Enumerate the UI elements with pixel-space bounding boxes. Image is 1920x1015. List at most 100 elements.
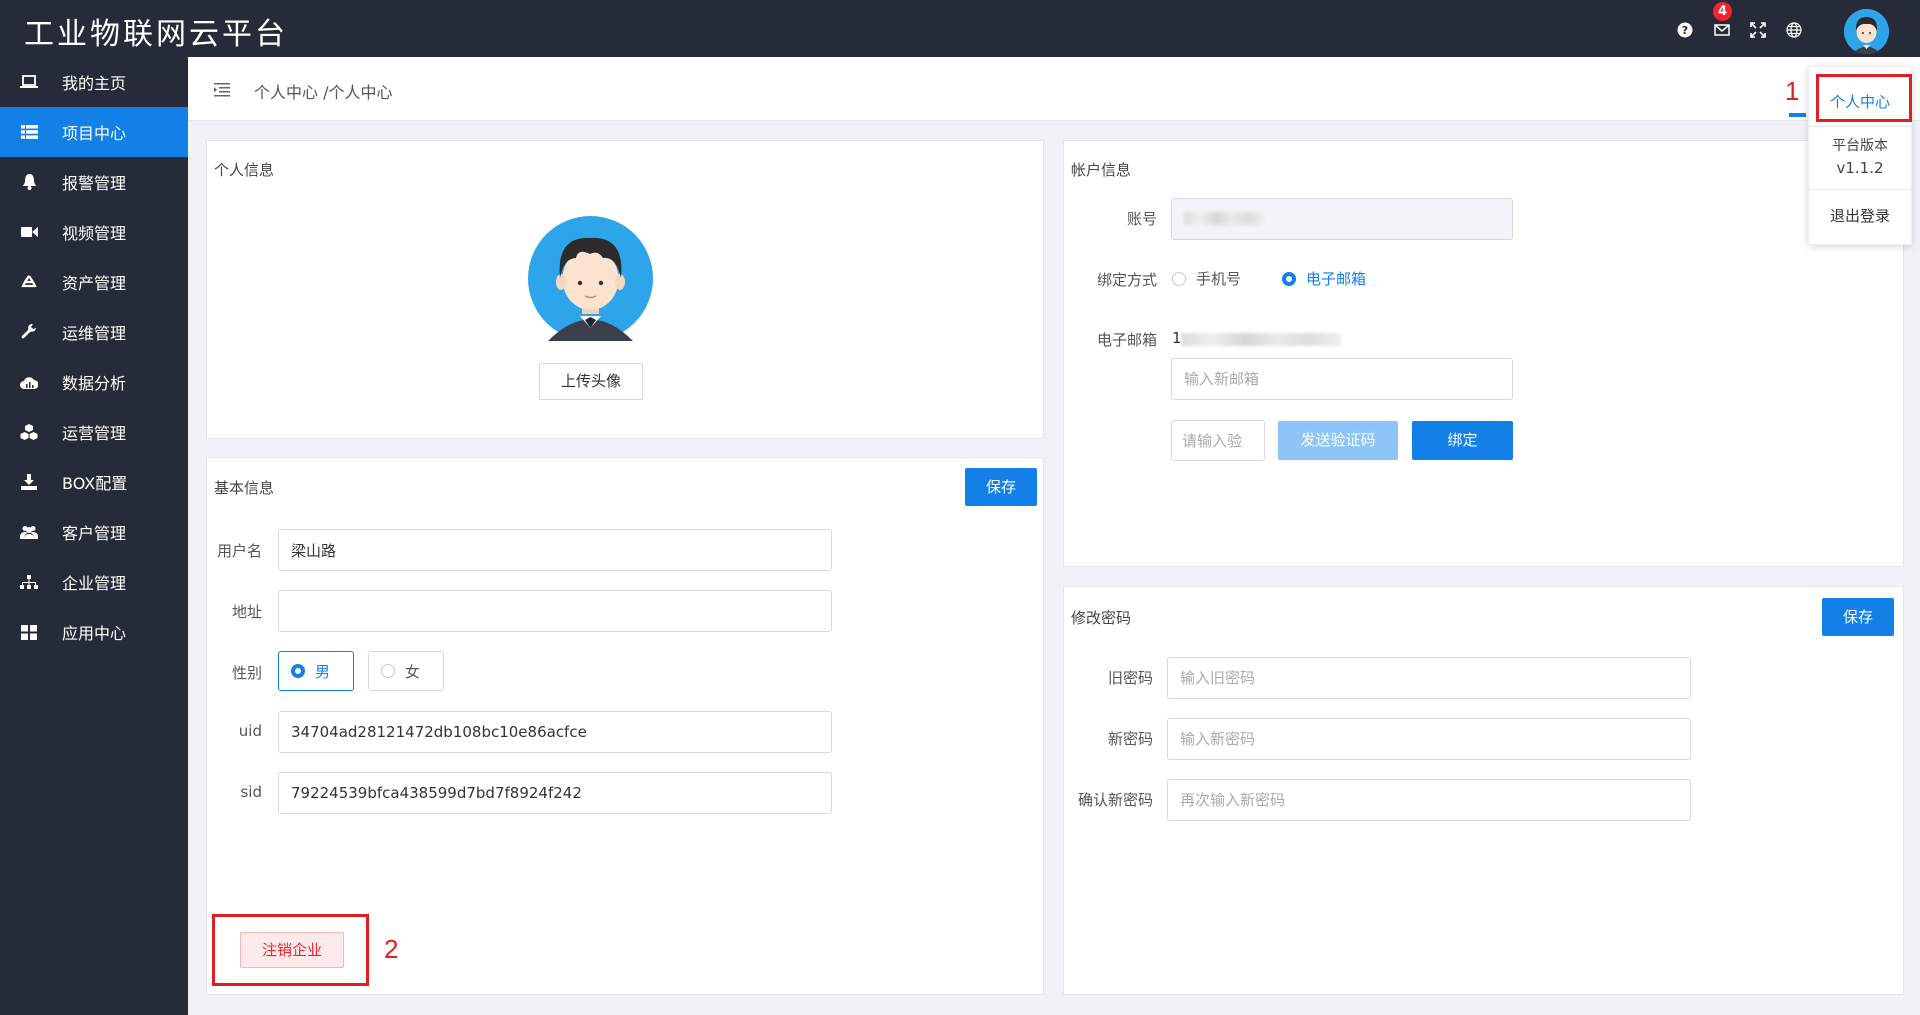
sidebar-item-customers[interactable]: 客户管理 — [0, 507, 188, 557]
version-label: 平台版本 — [1832, 138, 1888, 154]
sidebar-item-label: 我的主页 — [62, 74, 127, 93]
username-label: 用户名 — [216, 542, 262, 560]
breadcrumb: 个人中心 /个人中心 — [254, 83, 393, 102]
fullscreen-icon[interactable] — [1750, 22, 1766, 38]
annotation-marker-2: 2 — [384, 934, 399, 964]
radio-checked-icon — [1282, 271, 1296, 286]
personal-info-title: 个人信息 — [214, 161, 275, 179]
redacted-account — [1184, 212, 1264, 225]
upload-avatar-button[interactable]: 上传头像 — [539, 363, 643, 400]
username-input[interactable] — [278, 529, 832, 571]
profile-avatar — [528, 216, 653, 341]
bind-method-label: 绑定方式 — [1096, 271, 1157, 289]
new-password-input[interactable] — [1167, 718, 1691, 760]
user-avatar[interactable] — [1844, 9, 1889, 54]
verification-code-input[interactable] — [1171, 420, 1265, 461]
password-save-button[interactable]: 保存 — [1822, 598, 1894, 636]
account-info-title: 帐户信息 — [1071, 161, 1132, 179]
sidebar-item-enterprise[interactable]: 企业管理 — [0, 557, 188, 607]
wrench-icon — [20, 323, 38, 341]
sidebar-item-label: 项目中心 — [62, 124, 127, 143]
sidebar-item-label: BOX配置 — [62, 474, 128, 493]
sid-input[interactable] — [278, 772, 832, 814]
sidebar-item-operations[interactable]: 运营管理 — [0, 407, 188, 457]
change-password-card: 修改密码 保存 旧密码 新密码 确认新密码 — [1063, 586, 1904, 995]
bell-icon — [20, 173, 38, 191]
recycle-icon — [20, 273, 38, 291]
sidebar-item-label: 数据分析 — [62, 374, 127, 393]
radio-unchecked-icon — [381, 664, 395, 678]
menu-divider — [1809, 126, 1911, 127]
active-tab-indicator — [1789, 113, 1806, 117]
download-icon — [20, 473, 38, 491]
users-icon — [20, 523, 38, 541]
new-email-input[interactable] — [1171, 358, 1513, 400]
sidebar-item-label: 客户管理 — [62, 524, 127, 543]
sidebar-item-label: 运营管理 — [62, 424, 127, 443]
sidebar-item-alarms[interactable]: 报警管理 — [0, 157, 188, 207]
annotation-highlight-box — [212, 914, 369, 986]
sidebar: 我的主页 项目中心 报警管理 视频管理 资产管理 运维管理 数据分析 运营管理 … — [0, 57, 188, 1015]
mail-icon[interactable] — [1714, 22, 1730, 38]
menu-item-logout[interactable]: 退出登录 — [1809, 205, 1911, 226]
address-label: 地址 — [231, 603, 262, 621]
uid-input[interactable] — [278, 711, 832, 753]
radio-unchecked-icon — [1172, 271, 1186, 286]
annotation-marker-1: 1 — [1785, 76, 1800, 106]
cloud-chart-icon — [20, 373, 38, 391]
sid-label: sid — [240, 783, 262, 801]
send-code-button[interactable]: 发送验证码 — [1278, 421, 1398, 460]
radio-checked-icon — [291, 664, 305, 678]
list-icon — [20, 123, 38, 141]
bind-email-option[interactable]: 电子邮箱 — [1282, 268, 1366, 289]
gender-male-label: 男 — [315, 662, 331, 681]
confirm-password-input[interactable] — [1167, 779, 1691, 821]
sidebar-item-label: 视频管理 — [62, 224, 127, 243]
menu-divider — [1809, 189, 1911, 190]
sidebar-item-maintenance[interactable]: 运维管理 — [0, 307, 188, 357]
notification-badge: 4 — [1713, 2, 1732, 21]
uid-label: uid — [238, 722, 262, 740]
sidebar-item-home[interactable]: 我的主页 — [0, 57, 188, 107]
bind-email-label: 电子邮箱 — [1306, 270, 1367, 288]
account-label: 账号 — [1126, 210, 1157, 228]
old-password-label: 旧密码 — [1107, 669, 1153, 687]
gender-male-option[interactable]: 男 — [278, 651, 354, 691]
app-title: 工业物联网云平台 — [24, 17, 288, 52]
laptop-icon — [20, 73, 38, 91]
confirm-password-label: 确认新密码 — [1077, 791, 1153, 809]
sidebar-item-analytics[interactable]: 数据分析 — [0, 357, 188, 407]
svg-text:?: ? — [1682, 24, 1688, 37]
basic-info-title: 基本信息 — [214, 479, 275, 497]
address-input[interactable] — [278, 590, 832, 632]
sidebar-item-label: 资产管理 — [62, 274, 127, 293]
globe-icon[interactable] — [1786, 22, 1802, 38]
grid-icon — [20, 623, 38, 641]
sidebar-item-label: 企业管理 — [62, 574, 127, 593]
gender-female-option[interactable]: 女 — [368, 651, 444, 691]
menu-collapse-icon[interactable] — [214, 83, 230, 97]
sidebar-item-box-config[interactable]: BOX配置 — [0, 457, 188, 507]
change-password-title: 修改密码 — [1071, 609, 1132, 627]
sidebar-item-label: 应用中心 — [62, 624, 127, 643]
gender-female-label: 女 — [405, 662, 421, 681]
sidebar-item-label: 运维管理 — [62, 324, 127, 343]
sidebar-item-video[interactable]: 视频管理 — [0, 207, 188, 257]
bind-button[interactable]: 绑定 — [1412, 421, 1513, 460]
cubes-icon — [20, 423, 38, 441]
help-icon[interactable]: ? — [1677, 22, 1693, 38]
bind-phone-option[interactable]: 手机号 — [1172, 268, 1241, 289]
version-value: v1.1.2 — [1836, 159, 1884, 177]
annotation-highlight-box — [1816, 74, 1912, 122]
old-password-input[interactable] — [1167, 657, 1691, 699]
account-info-card: 帐户信息 账号 绑定方式 手机号 电子邮箱 电子邮箱 1 发送验证码 绑定 — [1063, 140, 1904, 567]
personal-info-card: 个人信息 上传头像 — [206, 140, 1044, 439]
video-camera-icon — [20, 223, 38, 241]
sidebar-item-assets[interactable]: 资产管理 — [0, 257, 188, 307]
basic-info-save-button[interactable]: 保存 — [965, 468, 1037, 506]
email-label: 电子邮箱 — [1096, 331, 1157, 349]
sidebar-item-apps[interactable]: 应用中心 — [0, 607, 188, 657]
redacted-email — [1181, 333, 1341, 346]
sidebar-item-projects[interactable]: 项目中心 — [0, 107, 188, 157]
account-input — [1171, 198, 1513, 240]
